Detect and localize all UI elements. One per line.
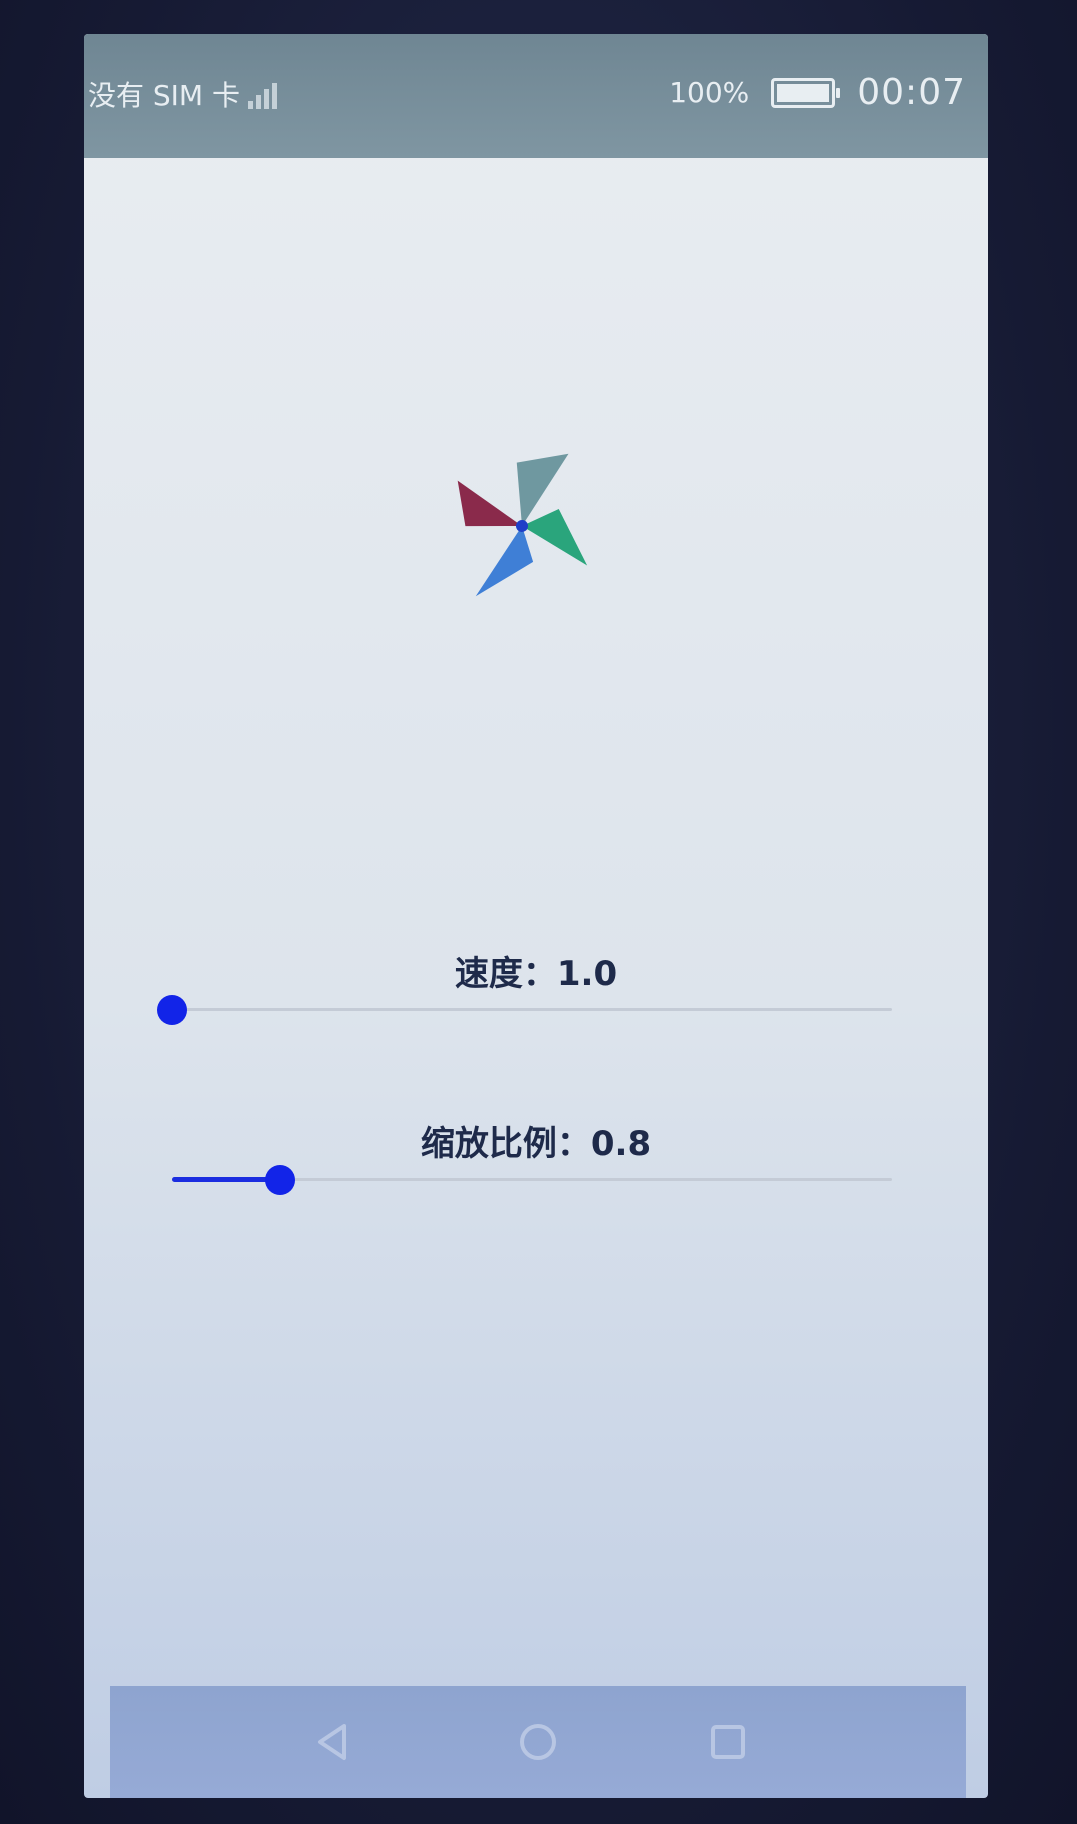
scale-slider-fill xyxy=(172,1177,280,1182)
speed-label: 速度：1.0 xyxy=(454,954,618,994)
scale-slider-thumb[interactable] xyxy=(265,1165,295,1195)
windmill-icon xyxy=(457,453,588,597)
phone-screen: 没有 SIM 卡 100% 00:07 速度：1.0 缩放比例：0.8 xyxy=(84,34,988,1798)
back-icon[interactable] xyxy=(310,1720,354,1764)
app-content: 速度：1.0 缩放比例：0.8 xyxy=(84,158,988,1708)
windmill-hub xyxy=(516,520,528,532)
clock: 00:07 xyxy=(857,72,966,113)
battery-percent: 100% xyxy=(669,76,750,109)
windmill-blade-blue xyxy=(475,526,534,597)
device-bezel: 没有 SIM 卡 100% 00:07 速度：1.0 缩放比例：0.8 xyxy=(0,0,1077,1824)
scale-label: 缩放比例：0.8 xyxy=(420,1124,652,1164)
scale-slider[interactable] xyxy=(172,1160,892,1200)
speed-slider[interactable] xyxy=(157,990,892,1030)
home-icon[interactable] xyxy=(516,1720,560,1764)
status-bar: 没有 SIM 卡 100% 00:07 xyxy=(84,34,988,158)
navigation-bar xyxy=(110,1686,966,1798)
status-left: 没有 SIM 卡 xyxy=(88,74,277,114)
carrier-text: 没有 SIM 卡 xyxy=(88,79,240,112)
windmill-blade-red xyxy=(457,480,522,527)
speed-slider-thumb[interactable] xyxy=(157,995,187,1025)
speed-slider-track xyxy=(172,1008,892,1011)
status-right: 100% 00:07 xyxy=(669,72,966,113)
no-signal-icon xyxy=(248,79,277,109)
battery-icon xyxy=(771,77,841,108)
recent-apps-icon[interactable] xyxy=(706,1720,750,1764)
